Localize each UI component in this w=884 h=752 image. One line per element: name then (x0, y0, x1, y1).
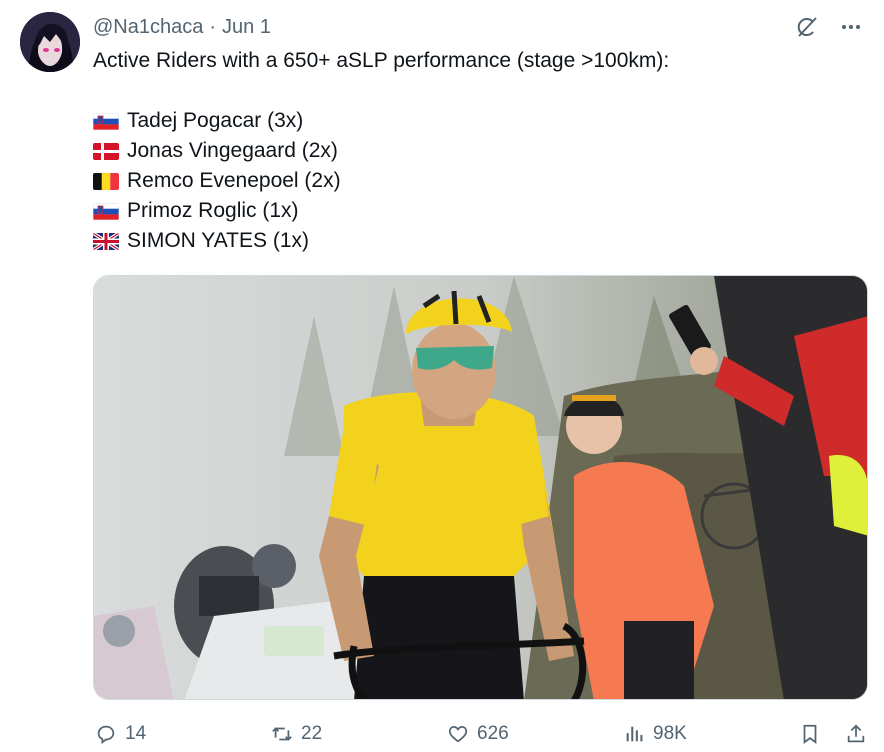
avatar-image (20, 12, 80, 72)
rider-line: SIMON YATES (1x) (93, 226, 669, 256)
bookmark-button[interactable] (797, 719, 829, 749)
denmark-flag-icon (93, 142, 119, 160)
repost-count: 22 (301, 723, 323, 744)
tweet-date[interactable]: Jun 1 (222, 16, 271, 39)
tweet-photo[interactable] (93, 275, 868, 700)
header-separator: · (209, 16, 217, 38)
rider-name: Tadej Pogacar (3x) (127, 109, 304, 132)
cyclist-photo (94, 276, 867, 699)
avatar[interactable] (20, 12, 80, 72)
view-count: 98K (653, 723, 687, 744)
rider-name: Remco Evenepoel (2x) (127, 169, 341, 192)
rider-line: Tadej Pogacar (3x) (93, 106, 669, 136)
repost-button[interactable]: 22 (269, 719, 322, 749)
rider-name: SIMON YATES (1x) (127, 229, 310, 252)
rider-name: Jonas Vingegaard (2x) (127, 139, 338, 162)
belgium-flag-icon (93, 172, 119, 190)
rider-line: Remco Evenepoel (2x) (93, 166, 669, 196)
reply-button[interactable]: 14 (93, 719, 146, 749)
uk-flag-icon (93, 232, 119, 250)
views-button[interactable]: 98K (621, 719, 687, 749)
tweet-text: Active Riders with a 650+ aSLP performan… (93, 46, 669, 256)
top-actions (794, 14, 864, 40)
bookmark-icon (797, 721, 823, 747)
tweet-intro: Active Riders with a 650+ aSLP performan… (93, 49, 670, 72)
like-count: 626 (477, 723, 509, 744)
slovenia-flag-icon (93, 112, 119, 130)
like-button[interactable]: 626 (445, 719, 509, 749)
tweet-actions: 14 22 626 98K (93, 715, 868, 751)
heart-icon (445, 721, 471, 747)
share-button[interactable] (843, 719, 875, 749)
rider-line: Primoz Roglic (1x) (93, 196, 669, 226)
repost-icon (269, 721, 295, 747)
rider-line: Jonas Vingegaard (2x) (93, 136, 669, 166)
share-icon (843, 721, 869, 747)
grok-icon[interactable] (794, 14, 820, 40)
reply-icon (93, 721, 119, 747)
slovenia-flag-icon (93, 202, 119, 220)
tweet-header: @Na1chaca · Jun 1 (93, 16, 271, 39)
reply-count: 14 (125, 723, 147, 744)
user-handle[interactable]: @Na1chaca (93, 16, 203, 39)
views-icon (621, 721, 647, 747)
more-icon[interactable] (838, 14, 864, 40)
rider-name: Primoz Roglic (1x) (127, 199, 299, 222)
